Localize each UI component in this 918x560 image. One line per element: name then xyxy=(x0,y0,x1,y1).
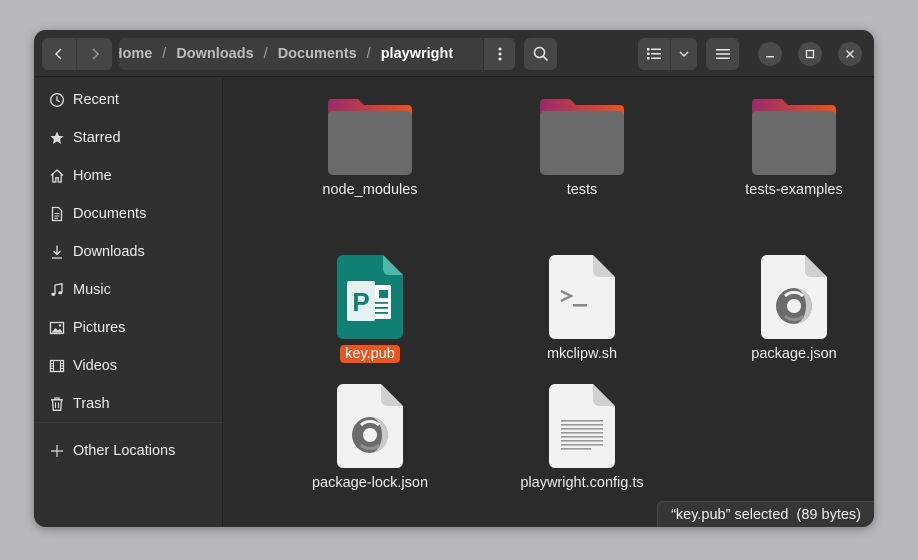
sidebar-item-downloads[interactable]: Downloads xyxy=(34,235,223,269)
file-label: package.json xyxy=(751,346,837,362)
breadcrumb-home[interactable]: Home xyxy=(119,46,152,62)
json-file-icon xyxy=(337,384,403,468)
sidebar-item-music[interactable]: Music xyxy=(34,273,223,307)
home-icon xyxy=(48,168,65,185)
folder-icon xyxy=(540,99,624,183)
sidebar-item-starred[interactable]: Starred xyxy=(34,121,223,155)
terminal-script-icon xyxy=(549,255,615,339)
star-icon xyxy=(48,130,65,147)
breadcrumb-playwright[interactable]: playwright xyxy=(381,46,454,62)
minimize-icon xyxy=(766,56,774,58)
chevron-left-icon xyxy=(55,48,62,60)
file-label: tests-examples xyxy=(745,182,843,198)
text-file-icon xyxy=(549,384,615,468)
sidebar: Recent Starred Home Documents Downloads … xyxy=(34,78,223,527)
file-label: package-lock.json xyxy=(311,475,429,491)
file-item-package-lock-json[interactable]: package-lock.json xyxy=(270,384,470,492)
folder-icon xyxy=(752,99,836,183)
film-icon xyxy=(48,358,65,375)
breadcrumb-separator: / xyxy=(366,46,371,62)
chevron-right-icon xyxy=(92,48,99,60)
sidebar-divider xyxy=(34,422,223,423)
vertical-dots-icon xyxy=(498,47,501,61)
file-item-node-modules[interactable]: node_modules xyxy=(270,99,470,199)
list-view-icon xyxy=(647,48,661,60)
file-label: playwright.config.ts xyxy=(520,475,644,491)
file-item-tests-examples[interactable]: tests-examples xyxy=(694,99,874,199)
view-toggle-group xyxy=(638,38,697,70)
breadcrumb-separator: / xyxy=(162,46,167,62)
json-file-icon xyxy=(761,255,827,339)
sidebar-item-other-locations[interactable]: Other Locations xyxy=(34,434,223,468)
status-bar: “key.pub” selected (89 bytes) xyxy=(657,501,874,527)
minimize-button[interactable] xyxy=(758,42,782,66)
plus-icon xyxy=(48,443,65,460)
maximize-button[interactable] xyxy=(798,42,822,66)
sidebar-item-label: Pictures xyxy=(73,320,126,336)
close-button[interactable] xyxy=(838,42,862,66)
sidebar-item-pictures[interactable]: Pictures xyxy=(34,311,223,345)
hamburger-icon xyxy=(715,49,730,59)
folder-icon xyxy=(328,99,412,183)
document-icon xyxy=(48,206,65,223)
trash-icon xyxy=(48,396,65,413)
sidebar-item-documents[interactable]: Documents xyxy=(34,197,223,231)
search-icon xyxy=(533,46,548,62)
file-label: node_modules xyxy=(322,182,418,198)
download-icon xyxy=(48,244,65,261)
file-item-key-pub[interactable]: P key.pub xyxy=(270,255,470,363)
sidebar-item-videos[interactable]: Videos xyxy=(34,349,223,383)
list-view-button[interactable] xyxy=(638,38,671,70)
file-item-package-json[interactable]: package.json xyxy=(694,255,874,363)
sidebar-item-label: Documents xyxy=(73,206,147,222)
view-options-button[interactable] xyxy=(671,38,697,70)
sidebar-item-home[interactable]: Home xyxy=(34,159,223,193)
sidebar-item-label: Home xyxy=(73,168,112,184)
search-button[interactable] xyxy=(524,38,557,70)
sidebar-item-label: Starred xyxy=(73,130,121,146)
path-bar: Home / Downloads / Documents / playwrigh… xyxy=(119,38,515,70)
file-grid: node_modules tests tests-examples P key.… xyxy=(224,78,874,527)
file-item-tests[interactable]: tests xyxy=(482,99,682,199)
file-item-mkclipw-sh[interactable]: mkclipw.sh xyxy=(482,255,682,363)
sidebar-item-recent[interactable]: Recent xyxy=(34,83,223,117)
back-button[interactable] xyxy=(42,38,77,70)
music-note-icon xyxy=(48,282,65,299)
navigation-buttons xyxy=(42,38,112,70)
forward-button[interactable] xyxy=(77,38,112,70)
header-bar: Home / Downloads / Documents / playwrigh… xyxy=(34,30,874,77)
sidebar-item-label: Music xyxy=(73,282,111,298)
breadcrumb: Home / Downloads / Documents / playwrigh… xyxy=(119,46,453,62)
main-menu-button[interactable] xyxy=(706,38,739,70)
clock-icon xyxy=(48,92,65,109)
breadcrumb-documents[interactable]: Documents xyxy=(278,46,357,62)
breadcrumb-separator: / xyxy=(263,46,268,62)
file-manager-window: Home / Downloads / Documents / playwrigh… xyxy=(34,30,874,527)
chevron-down-icon xyxy=(679,51,689,57)
file-label: mkclipw.sh xyxy=(546,346,618,362)
publisher-document-icon: P xyxy=(337,255,403,339)
svg-text:P: P xyxy=(352,287,369,317)
sidebar-item-label: Videos xyxy=(73,358,118,374)
path-menu-button[interactable] xyxy=(483,38,515,70)
file-label: key.pub xyxy=(340,345,400,363)
sidebar-item-label: Other Locations xyxy=(73,443,176,459)
file-label: tests xyxy=(566,182,598,198)
sidebar-item-label: Trash xyxy=(73,396,110,412)
file-item-playwright-config-ts[interactable]: playwright.config.ts xyxy=(482,384,682,492)
close-icon xyxy=(846,50,854,58)
sidebar-item-label: Recent xyxy=(73,92,119,108)
breadcrumb-downloads[interactable]: Downloads xyxy=(176,46,253,62)
maximize-icon xyxy=(805,49,815,59)
sidebar-item-trash[interactable]: Trash xyxy=(34,387,223,421)
picture-icon xyxy=(48,320,65,337)
sidebar-item-label: Downloads xyxy=(73,244,145,260)
